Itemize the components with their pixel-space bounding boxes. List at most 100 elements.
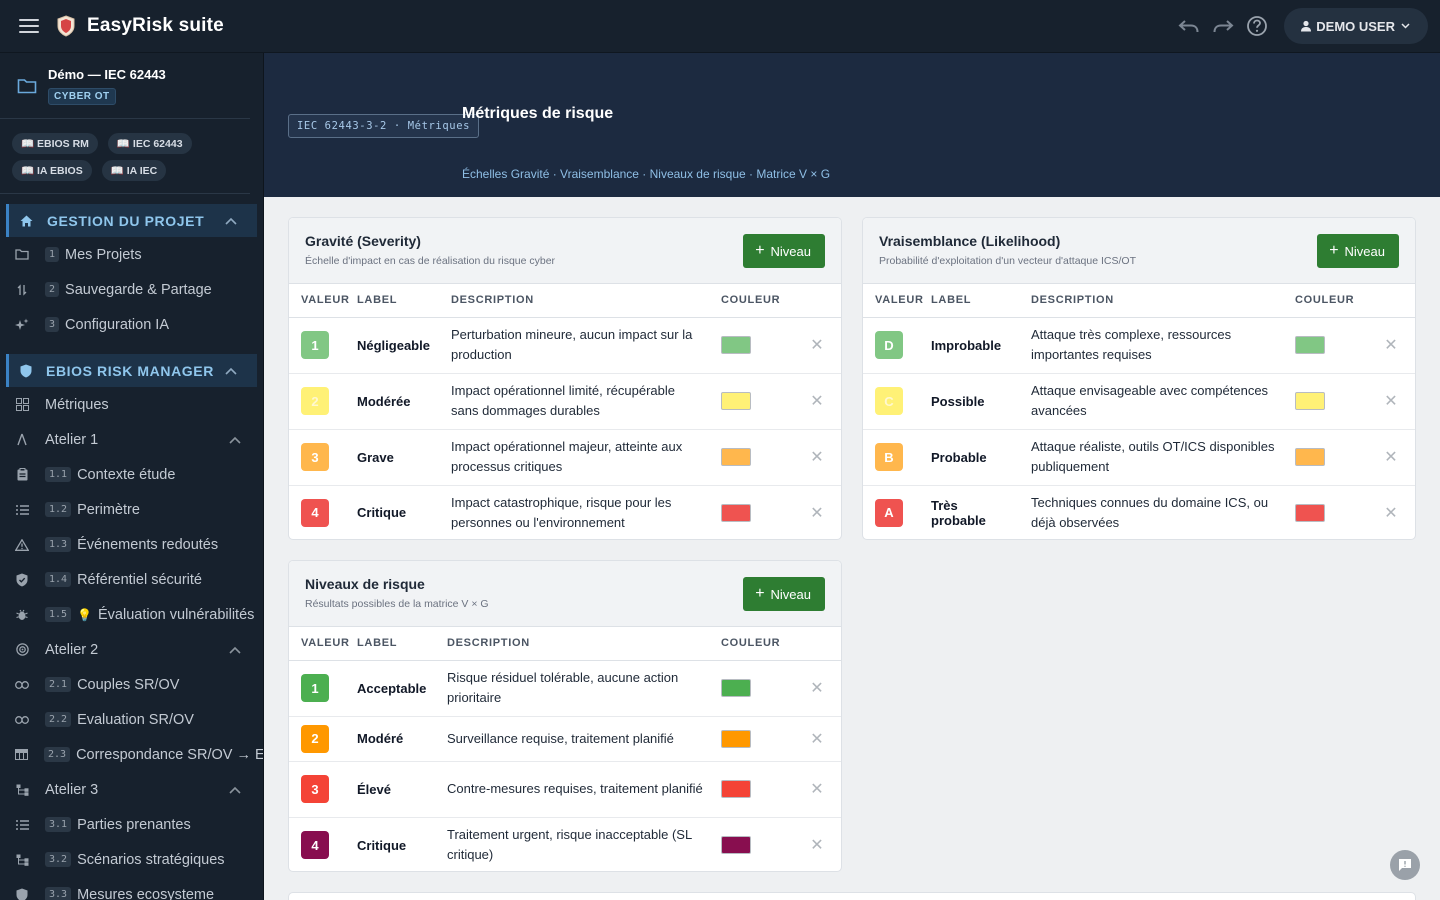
sidebar-item-mesures-ecosysteme[interactable]: 3.3 Mesures ecosysteme — [0, 877, 263, 900]
level-label: Grave — [357, 449, 394, 465]
chevron-down-icon — [1401, 23, 1410, 29]
column-header-value: VALEUR — [289, 627, 357, 661]
color-swatch[interactable] — [1295, 336, 1325, 354]
item-label: Couples SR/OV — [77, 676, 180, 693]
delete-icon[interactable]: ✕ — [793, 779, 841, 799]
color-swatch[interactable] — [721, 679, 751, 697]
color-swatch[interactable] — [721, 729, 751, 748]
table-row: 3 Grave Impact opérationnel majeur, attein… — [289, 429, 841, 486]
item-number: 3.1 — [45, 817, 72, 832]
sidebar-item-contexte-etude[interactable]: 1.1 Contexte étude — [0, 457, 263, 492]
column-header-color: COULEUR — [721, 627, 793, 661]
ref-chip-ebios-rm[interactable]: 📖 EBIOS RM — [12, 133, 98, 154]
sidebar-item-perimetre[interactable]: 1.2 Perimètre — [0, 492, 263, 527]
warning-icon — [15, 538, 29, 551]
color-swatch[interactable] — [721, 336, 751, 354]
delete-icon[interactable]: ✕ — [793, 447, 841, 467]
color-swatch[interactable] — [721, 503, 751, 522]
severity-card: Gravité (Severity) Échelle d'impact en c… — [288, 217, 842, 540]
item-number: 1.4 — [45, 572, 72, 587]
section-ebios-rm[interactable]: EBIOS RISK MANAGER — [6, 354, 257, 387]
sidebar-item-evenements-redoutes[interactable]: 1.3 Événements redoutés — [0, 527, 263, 562]
user-menu-button[interactable]: DEMO USER — [1284, 8, 1428, 44]
sidebar-item-config-ia[interactable]: 3 Configuration IA — [0, 307, 263, 342]
level-label: Possible — [931, 393, 985, 409]
delete-icon[interactable]: ✕ — [793, 391, 841, 411]
ref-chip-ia-iec[interactable]: 📖 IA IEC — [101, 160, 167, 181]
sidebar-item-atelier-2[interactable]: Atelier 2 — [0, 632, 263, 667]
page-subnav[interactable]: Échelles Gravité · Vraisemblance · Nivea… — [462, 167, 830, 181]
sidebar-item-atelier-1[interactable]: Atelier 1 — [0, 422, 263, 457]
table-row: 1 Acceptable Risque résiduel tolérable, au… — [289, 660, 841, 717]
sidebar-item-parties-prenantes[interactable]: 3.1 Parties prenantes — [0, 807, 263, 842]
item-label: Atelier 1 — [45, 431, 99, 448]
likelihood-card: Vraisemblance (Likelihood) Probabilité d… — [862, 217, 1416, 540]
sidebar-item-referentiel-securite[interactable]: 1.4 Référentiel sécurité — [0, 562, 263, 597]
redo-icon[interactable] — [1208, 11, 1238, 41]
project-header[interactable]: Démo — IEC 62443 CYBER OT — [0, 53, 250, 119]
item-label: Scénarios stratégiques — [77, 851, 225, 868]
delete-icon[interactable]: ✕ — [793, 503, 841, 523]
risk-levels-table: VALEUR LABEL DESCRIPTION COULEUR 1 Accept… — [289, 627, 841, 871]
table-row: 4 Critique Impact catastrophique, risque p… — [289, 485, 841, 539]
add-likelihood-level-button[interactable]: + Niveau — [1317, 234, 1399, 268]
card-title: Gravité (Severity) — [305, 233, 421, 249]
chevron-up-icon — [225, 367, 237, 375]
button-label: Niveau — [770, 586, 811, 602]
sidebar-item-mes-projets[interactable]: 1 Mes Projets — [0, 237, 263, 272]
hierarchy-icon — [15, 854, 29, 866]
table-row: 3 Élevé Contre-mesures requises, traitemen… — [289, 761, 841, 818]
help-icon[interactable] — [1242, 11, 1272, 41]
link-icon — [15, 680, 29, 689]
delete-icon[interactable]: ✕ — [793, 835, 841, 855]
plus-icon: + — [755, 585, 765, 602]
delete-icon[interactable]: ✕ — [1367, 335, 1415, 355]
sidebar-item-atelier-3[interactable]: Atelier 3 — [0, 772, 263, 807]
sidebar: Démo — IEC 62443 CYBER OT 📖 EBIOS RM 📖 I… — [0, 53, 264, 900]
menu-icon[interactable] — [19, 19, 39, 33]
chat-button[interactable] — [1390, 850, 1420, 880]
folder-icon — [15, 249, 29, 260]
card-title: Vraisemblance (Likelihood) — [879, 233, 1061, 249]
sidebar-item-correspondance-sr-ov[interactable]: 2.3 Correspondance SR/OV → EI — [0, 737, 263, 772]
page-header: IEC 62443-3-2 · Métriques Métriques de r… — [264, 53, 1440, 197]
color-swatch[interactable] — [721, 836, 751, 855]
swap-vertical-icon — [15, 283, 29, 296]
sidebar-item-scenarios-strategiques[interactable]: 3.2 Scénarios stratégiques — [0, 842, 263, 877]
shield-logo-icon — [57, 15, 75, 37]
sidebar-item-sauvegarde[interactable]: 2 Sauvegarde & Partage — [0, 272, 263, 307]
delete-icon[interactable]: ✕ — [1367, 503, 1415, 523]
add-risk-level-button[interactable]: + Niveau — [743, 577, 825, 611]
color-swatch[interactable] — [721, 392, 751, 410]
button-label: Niveau — [1344, 243, 1385, 259]
delete-icon[interactable]: ✕ — [793, 335, 841, 355]
delete-icon[interactable]: ✕ — [1367, 447, 1415, 467]
sidebar-item-metriques[interactable]: Métriques — [0, 387, 263, 422]
column-header-value: VALEUR — [289, 284, 357, 318]
sidebar-item-evaluation-sr-ov[interactable]: 2.2 Evaluation SR/OV — [0, 702, 263, 737]
sidebar-item-evaluation-vulnerabilites[interactable]: 1.5 💡 Évaluation vulnérabilités — [0, 597, 263, 632]
section-gestion-projet[interactable]: GESTION DU PROJET — [6, 204, 257, 237]
item-number: 3 — [45, 317, 60, 332]
add-severity-level-button[interactable]: + Niveau — [743, 234, 825, 268]
card-subtitle: Résultats possibles de la matrice V × G — [305, 598, 489, 610]
color-swatch[interactable] — [721, 780, 751, 798]
color-swatch[interactable] — [1295, 448, 1325, 466]
main-content: IEC 62443-3-2 · Métriques Métriques de r… — [264, 53, 1440, 900]
item-number: 3.2 — [45, 852, 72, 867]
card-subtitle: Probabilité d'exploitation d'un vecteur … — [879, 255, 1136, 267]
color-swatch[interactable] — [721, 448, 751, 466]
sidebar-item-couples-sr-ov[interactable]: 2.1 Couples SR/OV — [0, 667, 263, 702]
ref-chip-ia-ebios[interactable]: 📖 IA EBIOS — [12, 160, 92, 181]
color-swatch[interactable] — [1295, 392, 1325, 410]
delete-icon[interactable]: ✕ — [1367, 391, 1415, 411]
delete-icon[interactable]: ✕ — [793, 729, 841, 749]
level-description: Impact opérationnel limité, récupérable … — [451, 383, 676, 418]
color-swatch[interactable] — [1295, 503, 1325, 522]
delete-icon[interactable]: ✕ — [793, 678, 841, 698]
shield-check-icon — [15, 573, 29, 587]
ref-chip-iec-62443[interactable]: 📖 IEC 62443 — [107, 133, 192, 154]
level-value-badge: 4 — [301, 831, 329, 860]
chevron-up-icon — [229, 436, 241, 444]
undo-icon[interactable] — [1174, 11, 1204, 41]
